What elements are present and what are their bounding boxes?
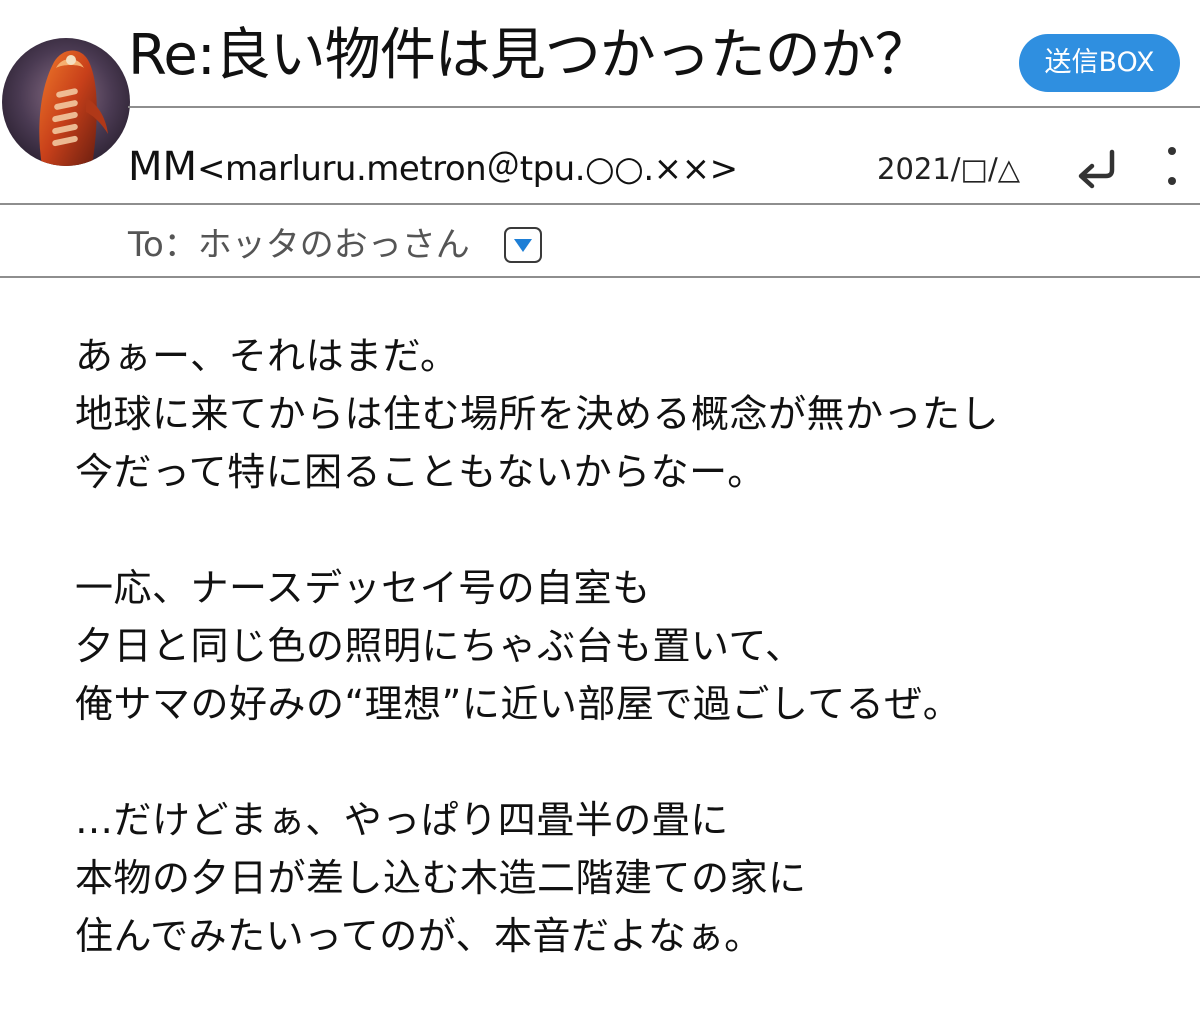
body-paragraph-2: 一応、ナースデッセイ号の自室も 夕日と同じ色の照明にちゃぶ台も置いて、 俺サマの…	[75, 559, 1175, 733]
more-vertical-icon[interactable]	[1160, 143, 1184, 191]
avatar-image	[2, 38, 130, 166]
recipient-label: To：ホッタのおっさん	[128, 225, 470, 265]
body-line: 夕日と同じ色の照明にちゃぶ台も置いて、	[75, 624, 804, 668]
sender: MM<marluru.metron＠tpu.○○.××>	[128, 140, 738, 196]
body-line: …だけどまぁ、やっぱり四畳半の畳に	[75, 798, 729, 842]
email-date: 2021/□/△	[877, 152, 1021, 186]
email-body: あぁー、それはまだ。 地球に来てからは住む場所を決める概念が無かったし 今だって…	[75, 327, 1175, 1023]
avatar	[2, 38, 130, 166]
email-subject: Re:良い物件は見つかったのか？	[128, 23, 931, 88]
body-line: あぁー、それはまだ。	[75, 334, 459, 378]
recipient-dropdown-button[interactable]	[504, 227, 542, 263]
body-line: 地球に来てからは住む場所を決める概念が無かったし	[75, 392, 1000, 436]
body-line: 俺サマの好みの“理想”に近い部屋で過ごしてるぜ。	[75, 682, 962, 726]
recipient-divider	[0, 276, 1200, 278]
body-paragraph-3: …だけどまぁ、やっぱり四畳半の畳に 本物の夕日が差し込む木造二階建ての家に 住ん…	[75, 791, 1175, 965]
body-line: 本物の夕日が差し込む木造二階建ての家に	[75, 856, 807, 900]
subject-divider	[128, 106, 1200, 108]
sender-divider	[0, 203, 1200, 205]
body-paragraph-1: あぁー、それはまだ。 地球に来てからは住む場所を決める概念が無かったし 今だって…	[75, 327, 1175, 501]
body-line: 今だって特に困ることもないからなー。	[75, 450, 766, 494]
sent-box-button[interactable]: 送信BOX	[1019, 34, 1180, 92]
body-line: 住んでみたいってのが、本音だよなぁ。	[75, 914, 763, 958]
sender-email: <marluru.metron＠tpu.○○.××>	[197, 149, 738, 189]
reply-icon[interactable]	[1072, 146, 1122, 190]
dropdown-triangle-icon	[514, 239, 532, 252]
body-line: 一応、ナースデッセイ号の自室も	[75, 566, 651, 610]
sender-name: MM	[128, 144, 198, 190]
